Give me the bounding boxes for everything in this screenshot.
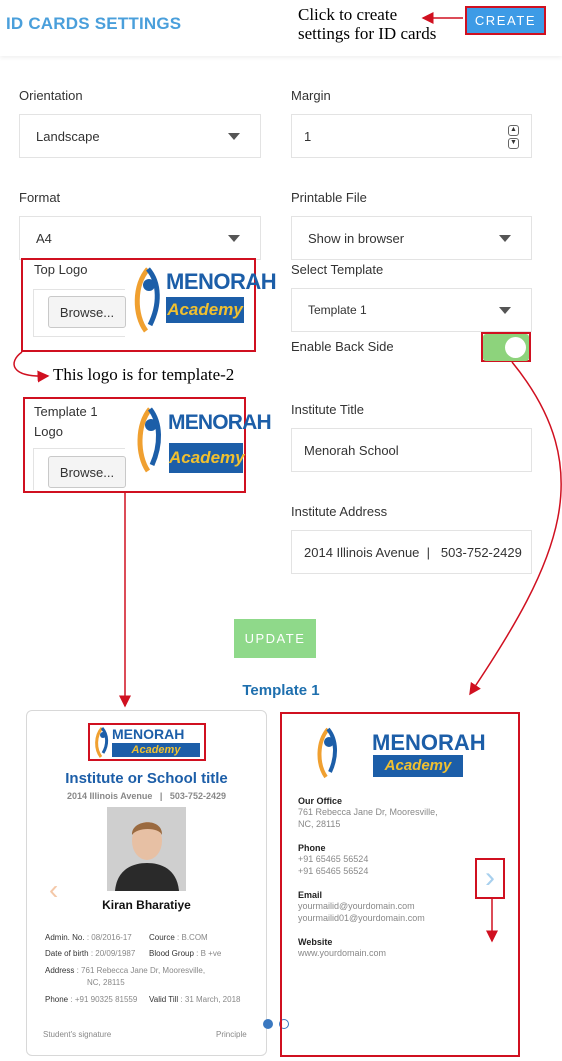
email-line1: yourmailid@yourdomain.com (298, 901, 415, 911)
email-heading: Email (298, 890, 323, 900)
top-logo-browse-button[interactable]: Browse... (48, 296, 126, 328)
logo-callout: This logo is for template-2 (53, 365, 235, 384)
menorah-emblem-icon (137, 407, 161, 473)
back-office: Our Office 761 Rebecca Jane Dr, Mooresvi… (298, 796, 438, 830)
phone-line1: +91 65465 56524 (298, 854, 369, 864)
logo-line2: Academy (169, 443, 245, 473)
fact-blood-group: Blood Group : B +ve (149, 949, 222, 958)
format-label: Format (19, 190, 61, 205)
fact-phone: Phone : +91 90325 81559 (45, 995, 138, 1004)
logo-line1: MENORAH (166, 269, 277, 294)
logo-callout-arrow (13, 351, 50, 383)
printable-file-value: Show in browser (308, 230, 405, 246)
carousel-dot-active[interactable] (263, 1019, 273, 1029)
institute-title-label: Institute Title (291, 402, 364, 417)
office-heading: Our Office (298, 796, 343, 806)
back-website: Website www.yourdomain.com (298, 937, 386, 959)
back-email: Email yourmailid@yourdomain.com yourmail… (298, 890, 425, 924)
logo-line1: MENORAH (112, 726, 185, 742)
menorah-emblem-icon (95, 727, 109, 758)
logo-line1: MENORAH (372, 730, 486, 755)
id-card-back: MENORAH Academy Our Office 761 Rebecca J… (280, 712, 520, 1057)
printable-file-select[interactable]: Show in browser (291, 216, 532, 260)
stepper-down-icon[interactable]: ▼ (508, 138, 519, 149)
logo-line2: Academy (112, 743, 200, 757)
back-phone: Phone +91 65465 56524 +91 65465 56524 (298, 843, 368, 877)
template-preview-title: Template 1 (242, 682, 320, 699)
template-logo-preview: MENORAH Academy (133, 405, 272, 477)
enable-back-side-label: Enable Back Side (291, 339, 394, 354)
chevron-left-icon[interactable]: ‹ (49, 875, 75, 905)
template-logo-label-line2: Logo (34, 424, 63, 439)
logo-line1: MENORAH (168, 411, 272, 434)
margin-value: 1 (304, 128, 312, 144)
front-institute-title: Institute or School title (65, 770, 228, 787)
fact-address: Address : 761 Rebecca Jane Dr, Mooresvil… (45, 966, 206, 975)
id-card-front: MENORAH Academy Institute or School titl… (26, 710, 267, 1056)
menorah-emblem-icon (134, 267, 160, 333)
menorah-emblem-icon (317, 727, 337, 779)
website-line: www.yourdomain.com (298, 948, 387, 958)
fact-admin-no: Admin. No. : 08/2016-17 (45, 933, 132, 942)
top-logo-preview: MENORAH Academy (130, 265, 277, 337)
student-photo (107, 807, 186, 891)
fact-course: Cource : B.COM (149, 933, 208, 942)
margin-label: Margin (291, 88, 331, 103)
chevron-down-icon (499, 307, 511, 314)
website-heading: Website (298, 937, 333, 947)
institute-address-label: Institute Address (291, 504, 388, 519)
student-signature: Student's signature (43, 1030, 112, 1039)
enable-back-side-toggle[interactable] (483, 334, 529, 361)
chevron-right-icon[interactable]: › (479, 862, 501, 896)
email-line2: yourmailid01@yourdomain.com (298, 913, 425, 923)
template-select[interactable]: Template 1 (291, 288, 532, 332)
orientation-label: Orientation (19, 88, 83, 103)
fact-valid-till: Valid Till : 31 March, 2018 (149, 995, 241, 1004)
chevron-down-icon (228, 133, 240, 140)
fact-dob: Date of birth : 20/09/1987 (45, 949, 136, 958)
phone-heading: Phone (298, 843, 326, 853)
margin-input[interactable]: 1 ▲ ▼ (291, 114, 532, 158)
front-logo: MENORAH Academy (93, 725, 203, 759)
select-template-label: Select Template (291, 262, 384, 277)
stepper-up-icon[interactable]: ▲ (508, 125, 519, 136)
front-address: 2014 Illinois Avenue | 503-752-2429 (67, 791, 226, 801)
logo-line2: Academy (166, 297, 244, 323)
institute-title-value: Menorah School (304, 442, 399, 458)
orientation-select[interactable]: Landscape (19, 114, 261, 158)
fact-address-line2: NC, 28115 (87, 978, 125, 987)
orientation-value: Landscape (36, 128, 100, 144)
format-select[interactable]: A4 (19, 216, 261, 260)
phone-line2: +91 65465 56524 (298, 866, 369, 876)
office-line2: NC, 28115 (298, 819, 341, 829)
institute-address-value: 2014 Illinois Avenue | 503-752-2429 (304, 544, 522, 560)
student-photo-icon (107, 807, 186, 891)
institute-title-input[interactable]: Menorah School (291, 428, 532, 472)
number-stepper[interactable]: ▲ ▼ (508, 125, 519, 149)
institute-address-input[interactable]: 2014 Illinois Avenue | 503-752-2429 (291, 530, 532, 574)
template-logo-label: Template 1 Logo (34, 402, 98, 442)
chevron-down-icon (499, 235, 511, 242)
top-logo-label: Top Logo (34, 262, 88, 277)
back-logo: MENORAH Academy (314, 726, 494, 780)
back-side-arrow (469, 361, 562, 696)
chevron-down-icon (228, 235, 240, 242)
update-button[interactable]: UPDATE (234, 619, 316, 658)
template-select-value: Template 1 (308, 303, 367, 317)
template-logo-browse-button[interactable]: Browse... (48, 456, 126, 488)
logo-line2: Academy (373, 755, 463, 777)
template-logo-label-line1: Template 1 (34, 404, 98, 419)
format-value: A4 (36, 230, 52, 246)
office-line1: 761 Rebecca Jane Dr, Mooresville, (298, 807, 438, 817)
printable-file-label: Printable File (291, 190, 367, 205)
toggle-knob (505, 337, 526, 358)
principle-signature: Principle (216, 1030, 247, 1039)
